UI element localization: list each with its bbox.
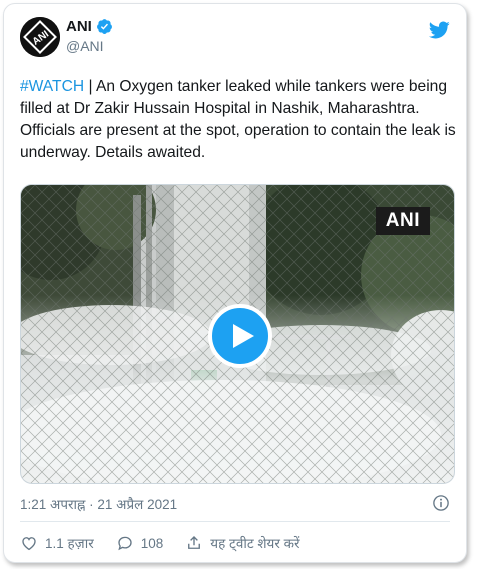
share-label: यह ट्वीट शेयर करें bbox=[210, 536, 300, 551]
twitter-bird-icon[interactable] bbox=[428, 19, 450, 41]
action-bar: 1.1 हज़ार 108 यह ट्वीट शेयर करें bbox=[20, 534, 322, 552]
tweet-timestamp[interactable]: 1:21 अपराह्न · 21 अप्रैल 2021 bbox=[20, 495, 177, 513]
hashtag-link[interactable]: #WATCH bbox=[20, 78, 84, 95]
like-count: 1.1 हज़ार bbox=[45, 536, 94, 551]
play-button[interactable] bbox=[207, 304, 272, 368]
divider bbox=[20, 521, 450, 522]
like-button[interactable]: 1.1 हज़ार bbox=[20, 534, 94, 552]
share-button[interactable]: यह ट्वीट शेयर करें bbox=[185, 534, 300, 552]
share-icon bbox=[188, 536, 201, 549]
tweet-text: #WATCH | An Oxygen tanker leaked while t… bbox=[20, 76, 458, 164]
reply-count: 108 bbox=[140, 535, 164, 551]
reply-button[interactable]: 108 bbox=[116, 534, 164, 552]
info-icon[interactable] bbox=[432, 494, 450, 512]
play-icon bbox=[232, 324, 254, 348]
avatar[interactable]: ANI bbox=[20, 17, 60, 57]
tweet-card[interactable]: ANI ANI @ANI #WATCH | An Oxygen tanker l… bbox=[3, 3, 467, 563]
author-name-row[interactable]: ANI bbox=[66, 18, 113, 35]
author-name[interactable]: ANI bbox=[66, 18, 92, 35]
video-watermark: ANI bbox=[375, 207, 430, 235]
video-player[interactable]: ANI bbox=[20, 184, 455, 484]
heart-icon bbox=[22, 537, 36, 551]
reply-icon bbox=[118, 536, 132, 551]
author-handle[interactable]: @ANI bbox=[66, 38, 104, 54]
tweet-body: | An Oxygen tanker leaked while tankers … bbox=[20, 78, 456, 161]
verified-badge-icon bbox=[96, 19, 112, 34]
